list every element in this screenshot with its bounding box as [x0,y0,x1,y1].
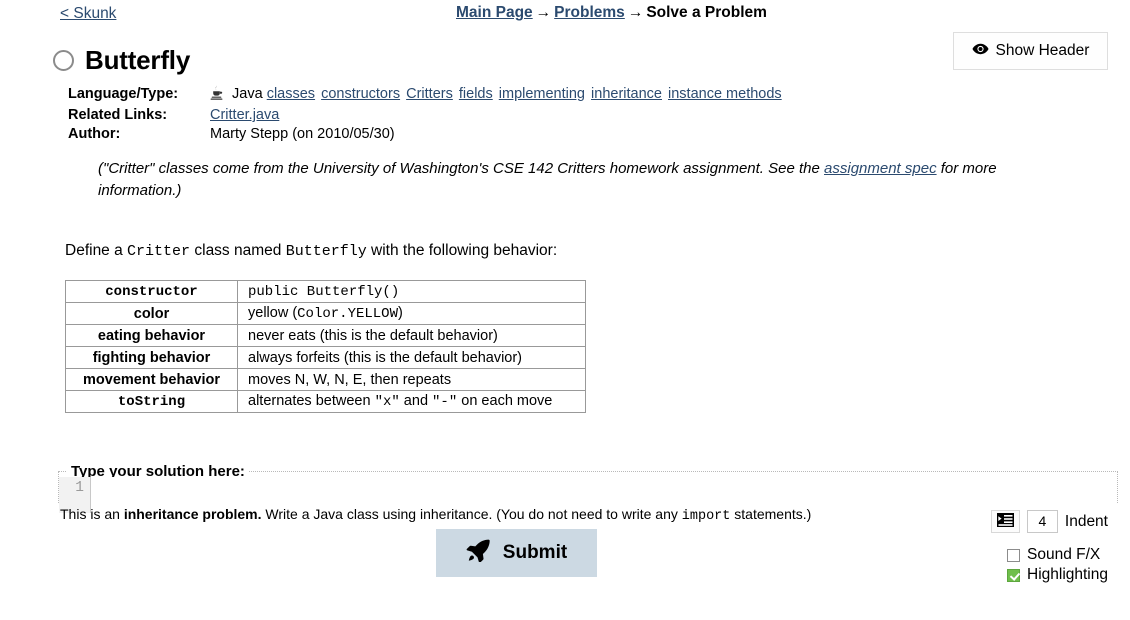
prompt-part-1: Define a [65,242,128,259]
hint-part-3: statements.) [730,506,812,522]
meta-label-language: Language/Type: [68,86,179,102]
meta-row-author: Author: Marty Stepp (on 2010/05/30) [68,125,1130,144]
java-icon [210,85,227,104]
tag-link-inheritance[interactable]: inheritance [591,86,662,102]
table-row: color yellow (Color.YELLOW) [65,302,586,325]
tag-link-constructors[interactable]: constructors [321,86,400,102]
problem-hint: This is an inheritance problem. Write a … [60,506,811,524]
eye-icon [972,42,989,60]
behavior-key-tostring: toString [65,390,238,413]
behavior-key-eating: eating behavior [65,324,238,347]
note-text-before: ("Critter" classes come from the Univers… [98,160,825,177]
behavior-value-seg: ) [397,305,403,321]
tag-link-classes[interactable]: classes [267,86,315,102]
hint-code-import: import [681,509,731,524]
behavior-value-movement: moves N, W, N, E, then repeats [237,368,586,391]
sound-fx-checkbox[interactable] [1007,548,1020,562]
checkbox-row-sound-fx[interactable]: Sound F/X [1007,545,1108,565]
meta-value-related-links: Critter.java [210,106,281,125]
prompt-part-3: with the following behavior: [366,242,558,259]
meta-language-value: Java [232,86,263,102]
behavior-value-fighting: always forfeits (this is the default beh… [237,346,586,369]
breadcrumb-item-main-page[interactable]: Main Page [456,4,533,21]
prompt-part-2: class named [190,242,286,259]
behavior-value-seg: alternates between [248,393,375,409]
tag-link-critters[interactable]: Critters [406,86,453,102]
top-bar: < Skunk Main Page → Problems → Solve a Probl… [0,0,1130,30]
behavior-value-seg-code: Color.YELLOW [297,306,398,322]
table-row: toString alternates between "x" and "-" … [65,390,586,413]
behavior-value-color: yellow (Color.YELLOW) [237,302,586,325]
behavior-value-constructor: public Butterfly() [237,280,586,303]
behavior-value-text: public Butterfly() [248,284,400,300]
solution-editor: Type your solution here: 1 [58,463,1118,513]
prompt-code-butterfly: Butterfly [285,243,367,260]
rocket-icon [466,539,490,568]
hint-bold: inheritance problem. [123,506,262,522]
behavior-value-tostring: alternates between "x" and "-" on each m… [237,390,586,413]
behavior-key-color: color [65,302,238,325]
assignment-spec-link[interactable]: assignment spec [824,160,937,177]
indent-button[interactable] [990,510,1020,533]
meta-label-related-links: Related Links: [68,107,168,123]
table-row: movement behavior moves N, W, N, E, then… [65,368,586,391]
highlighting-checkbox[interactable] [1007,568,1020,582]
related-link-critter-java[interactable]: Critter.java [210,107,279,123]
behavior-key-constructor: constructor [65,280,238,303]
behavior-table: constructor public Butterfly() color yel… [65,280,586,413]
submit-label: Submit [502,542,568,563]
breadcrumb-item-current: Solve a Problem [646,4,767,21]
breadcrumb: Main Page → Problems → Solve a Problem [456,4,767,22]
indent-label: Indent [1064,512,1108,530]
unsolved-circle-icon [53,50,74,71]
problem-meta: Language/Type: Java classes constructors… [68,85,1130,144]
meta-value-author: Marty Stepp (on 2010/05/30) [210,126,395,142]
table-row: eating behavior never eats (this is the … [65,324,586,347]
breadcrumb-separator-2: → [627,4,644,21]
breadcrumb-separator-1: → [535,4,552,21]
hint-part-1: This is an [60,506,124,522]
table-row: constructor public Butterfly() [65,280,586,303]
editor-options: Sound F/X Highlighting [1007,545,1108,585]
meta-row-language: Language/Type: Java classes constructors… [68,85,1130,106]
indent-value-input[interactable]: 4 [1026,510,1058,533]
back-link[interactable]: < Skunk [60,5,116,23]
prompt-code-critter: Critter [127,243,191,260]
page-title: Butterfly [85,45,191,75]
submit-button[interactable]: Submit [436,529,597,577]
indent-icon [996,512,1014,531]
show-header-button[interactable]: Show Header [953,32,1108,70]
behavior-value-eating: never eats (this is the default behavior… [237,324,586,347]
tag-link-fields[interactable]: fields [459,86,493,102]
tag-link-instance-methods[interactable]: instance methods [668,86,782,102]
show-header-label: Show Header [995,42,1090,59]
table-row: fighting behavior always forfeits (this … [65,346,586,369]
behavior-key-movement: movement behavior [65,368,238,391]
behavior-value-seg-code: "x" [374,394,400,410]
behavior-value-seg: on each move [457,393,553,409]
sound-fx-label: Sound F/X [1027,546,1101,563]
tag-link-implementing[interactable]: implementing [499,86,585,102]
meta-row-related-links: Related Links: Critter.java [68,106,1130,125]
meta-value-language: Java classes constructors Critters field… [210,85,784,106]
behavior-value-seg: yellow ( [248,305,298,321]
behavior-key-fighting: fighting behavior [65,346,238,369]
breadcrumb-item-problems[interactable]: Problems [554,4,625,21]
behavior-value-seg-code: "-" [432,394,458,410]
indent-controls: 4 Indent [990,510,1108,533]
checkbox-row-highlighting[interactable]: Highlighting [1007,565,1108,585]
meta-label-author: Author: [68,126,121,142]
critter-note: ("Critter" classes come from the Univers… [98,158,1083,202]
behavior-value-seg: and [399,393,433,409]
highlighting-label: Highlighting [1027,566,1108,583]
problem-prompt: Define a Critter class named Butterfly w… [65,242,1130,260]
hint-part-2: Write a Java class using inheritance. (Y… [261,506,682,522]
